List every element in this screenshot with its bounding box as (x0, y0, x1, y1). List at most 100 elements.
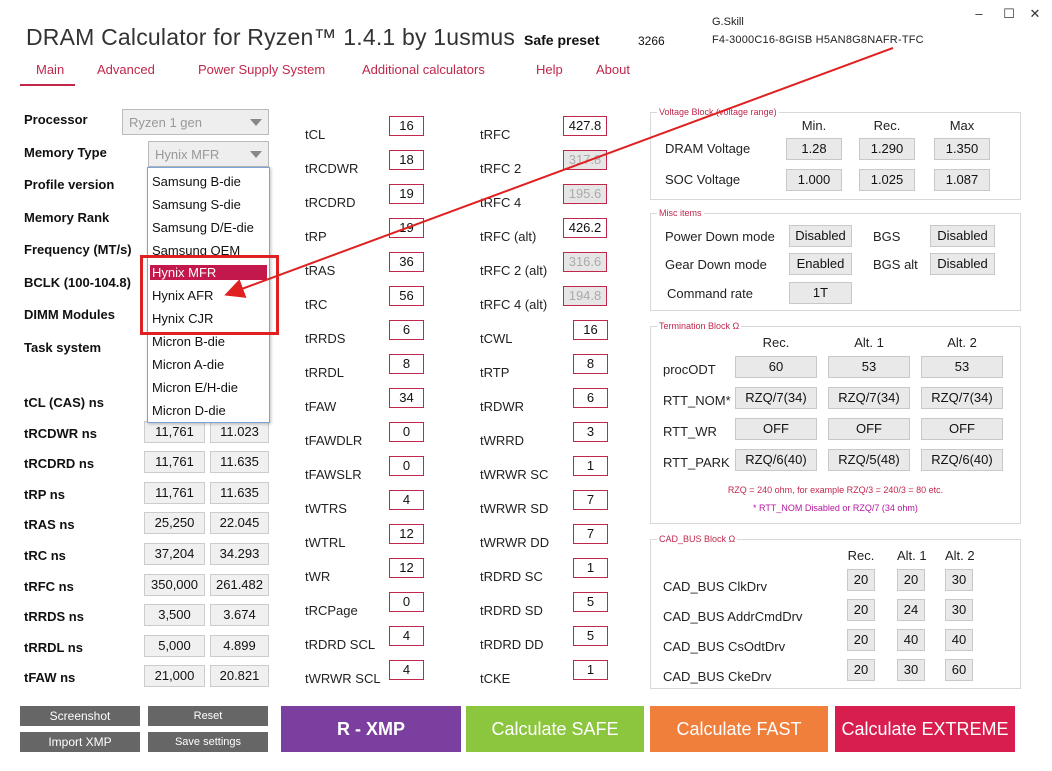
timing-input-trdwr[interactable]: 6 (573, 388, 608, 408)
ns-value-actual: 11.635 (210, 481, 269, 504)
import-xmp-button[interactable]: Import XMP (20, 732, 140, 752)
termination-row-label: RTT_WR (663, 424, 717, 439)
timing-input-trrdl[interactable]: 8 (389, 354, 424, 374)
ns-value-actual: 11.023 (210, 420, 269, 443)
timing-input-trcpage[interactable]: 0 (389, 592, 424, 612)
dropdown-option-micron-d-die[interactable]: Micron D-die (150, 403, 228, 418)
misc-block-title: Misc items (657, 208, 704, 218)
cadbus-value: 24 (897, 599, 925, 621)
dropdown-option-micron-e-h-die[interactable]: Micron E/H-die (150, 380, 240, 395)
save-settings-button[interactable]: Save settings (148, 732, 268, 752)
cadbus-row-label: CAD_BUS AddrCmdDrv (663, 609, 803, 624)
minimize-icon[interactable]: – (970, 6, 988, 21)
termination-value: RZQ/7(34) (735, 387, 817, 409)
close-icon[interactable]: ✕ (1026, 6, 1044, 22)
timing-input-twr[interactable]: 12 (389, 558, 424, 578)
memory-rank-label: Memory Rank (24, 210, 110, 225)
ns-row-label: tRFC ns (24, 578, 74, 594)
frequency-label: Frequency (MT/s) (24, 242, 132, 257)
ns-value-actual: 22.045 (210, 512, 269, 535)
timing-input-trrds[interactable]: 6 (389, 320, 424, 340)
timing-input-twrrd[interactable]: 3 (573, 422, 608, 442)
timing-input-tcl[interactable]: 16 (389, 116, 424, 136)
chevron-down-icon (250, 151, 262, 158)
timing-input-tcwl[interactable]: 16 (573, 320, 608, 340)
timing-input-tfaw[interactable]: 34 (389, 388, 424, 408)
timing-input-trtp[interactable]: 8 (573, 354, 608, 374)
timing-input-trp[interactable]: 19 (389, 218, 424, 238)
voltage-value: 1.000 (786, 169, 842, 191)
timing-input-tfawdlr[interactable]: 0 (389, 422, 424, 442)
cadbus-row-label: CAD_BUS ClkDrv (663, 579, 768, 594)
timing-input-trfc-alt-[interactable]: 426.2 (563, 218, 607, 238)
termination-value: OFF (828, 418, 910, 440)
timing-label: tRFC (alt) (480, 229, 537, 244)
ns-value-calc: 11,761 (144, 451, 205, 474)
voltage-col-header: Max (949, 118, 975, 133)
calculate-extreme-button[interactable]: Calculate EXTREME (835, 706, 1015, 752)
calculate-fast-button[interactable]: Calculate FAST (650, 706, 828, 752)
dropdown-option-samsung-d-e-die[interactable]: Samsung D/E-die (150, 220, 256, 235)
timing-input-trdrd-sc[interactable]: 1 (573, 558, 608, 578)
ns-value-actual: 261.482 (210, 573, 269, 596)
timing-input-trfc-4-alt-: 194.8 (563, 286, 607, 306)
timing-input-twrwr-scl[interactable]: 4 (389, 660, 424, 680)
timing-input-trdrd-dd[interactable]: 5 (573, 626, 608, 646)
dropdown-option-micron-b-die[interactable]: Micron B-die (150, 334, 227, 349)
calculate-safe-button[interactable]: Calculate SAFE (466, 706, 644, 752)
tab-advanced[interactable]: Advanced (97, 62, 155, 77)
task-system-label: Task system (24, 340, 102, 355)
timing-input-tcke[interactable]: 1 (573, 660, 608, 680)
timing-input-tfawslr[interactable]: 0 (389, 456, 424, 476)
tab-about[interactable]: About (596, 62, 630, 77)
timing-input-tras[interactable]: 36 (389, 252, 424, 272)
ns-value-calc: 37,204 (144, 543, 205, 565)
timing-label: tRRDL (305, 365, 345, 380)
cadbus-value: 20 (847, 629, 875, 651)
cadbus-value: 20 (897, 569, 925, 591)
voltage-col-header: Min. (801, 118, 827, 133)
dropdown-option-micron-a-die[interactable]: Micron A-die (150, 357, 226, 372)
tab-help[interactable]: Help (536, 62, 563, 77)
cadbus-value: 20 (847, 599, 875, 621)
timing-input-twtrl[interactable]: 12 (389, 524, 424, 544)
cadbus-value: 30 (897, 659, 925, 681)
timing-label: tRDRD SD (480, 603, 543, 618)
timing-input-twtrs[interactable]: 4 (389, 490, 424, 510)
timing-input-twrwr-sc[interactable]: 1 (573, 456, 608, 476)
dropdown-option-samsung-b-die[interactable]: Samsung B-die (150, 174, 243, 189)
maximize-icon[interactable]: ☐ (1000, 6, 1018, 22)
voltage-block-title: Voltage Block (voltage range) (657, 107, 779, 117)
timing-input-twrwr-dd[interactable]: 7 (573, 524, 608, 544)
termination-value: 53 (921, 356, 1003, 378)
tab-power-supply[interactable]: Power Supply System (198, 62, 325, 77)
tab-additional-calculators[interactable]: Additional calculators (362, 62, 485, 77)
timing-label: tRAS (305, 263, 336, 278)
timing-input-trc[interactable]: 56 (389, 286, 424, 306)
r-xmp-button[interactable]: R - XMP (281, 706, 461, 752)
processor-label: Processor (24, 112, 88, 127)
ns-value-actual: 3.674 (210, 604, 269, 627)
active-tab-indicator (20, 84, 75, 86)
timing-input-trdrd-sd[interactable]: 5 (573, 592, 608, 612)
bgs-label: BGS (873, 229, 901, 244)
timing-input-trfc[interactable]: 427.8 (563, 116, 607, 136)
processor-value: Ryzen 1 gen (129, 115, 202, 130)
timing-input-trcdwr[interactable]: 18 (389, 150, 424, 170)
memory-type-select[interactable]: Hynix MFR (148, 141, 269, 167)
termination-value: RZQ/7(34) (921, 387, 1003, 409)
timing-input-trdrd-scl[interactable]: 4 (389, 626, 424, 646)
screenshot-button[interactable]: Screenshot (20, 706, 140, 726)
timing-input-twrwr-sd[interactable]: 7 (573, 490, 608, 510)
processor-select[interactable]: Ryzen 1 gen (122, 109, 269, 135)
timing-label: tCKE (480, 671, 511, 686)
timing-label: tCL (305, 127, 326, 142)
tab-main[interactable]: Main (36, 62, 64, 77)
cadbus-value: 30 (945, 599, 973, 621)
termination-value: RZQ/6(40) (735, 449, 817, 471)
dropdown-option-samsung-s-die[interactable]: Samsung S-die (150, 197, 243, 212)
timing-input-trcdrd[interactable]: 19 (389, 184, 424, 204)
reset-button[interactable]: Reset (148, 706, 268, 726)
rzq-note: RZQ = 240 ohm, for example RZQ/3 = 240/3… (727, 485, 944, 495)
cadbus-value: 40 (897, 629, 925, 651)
